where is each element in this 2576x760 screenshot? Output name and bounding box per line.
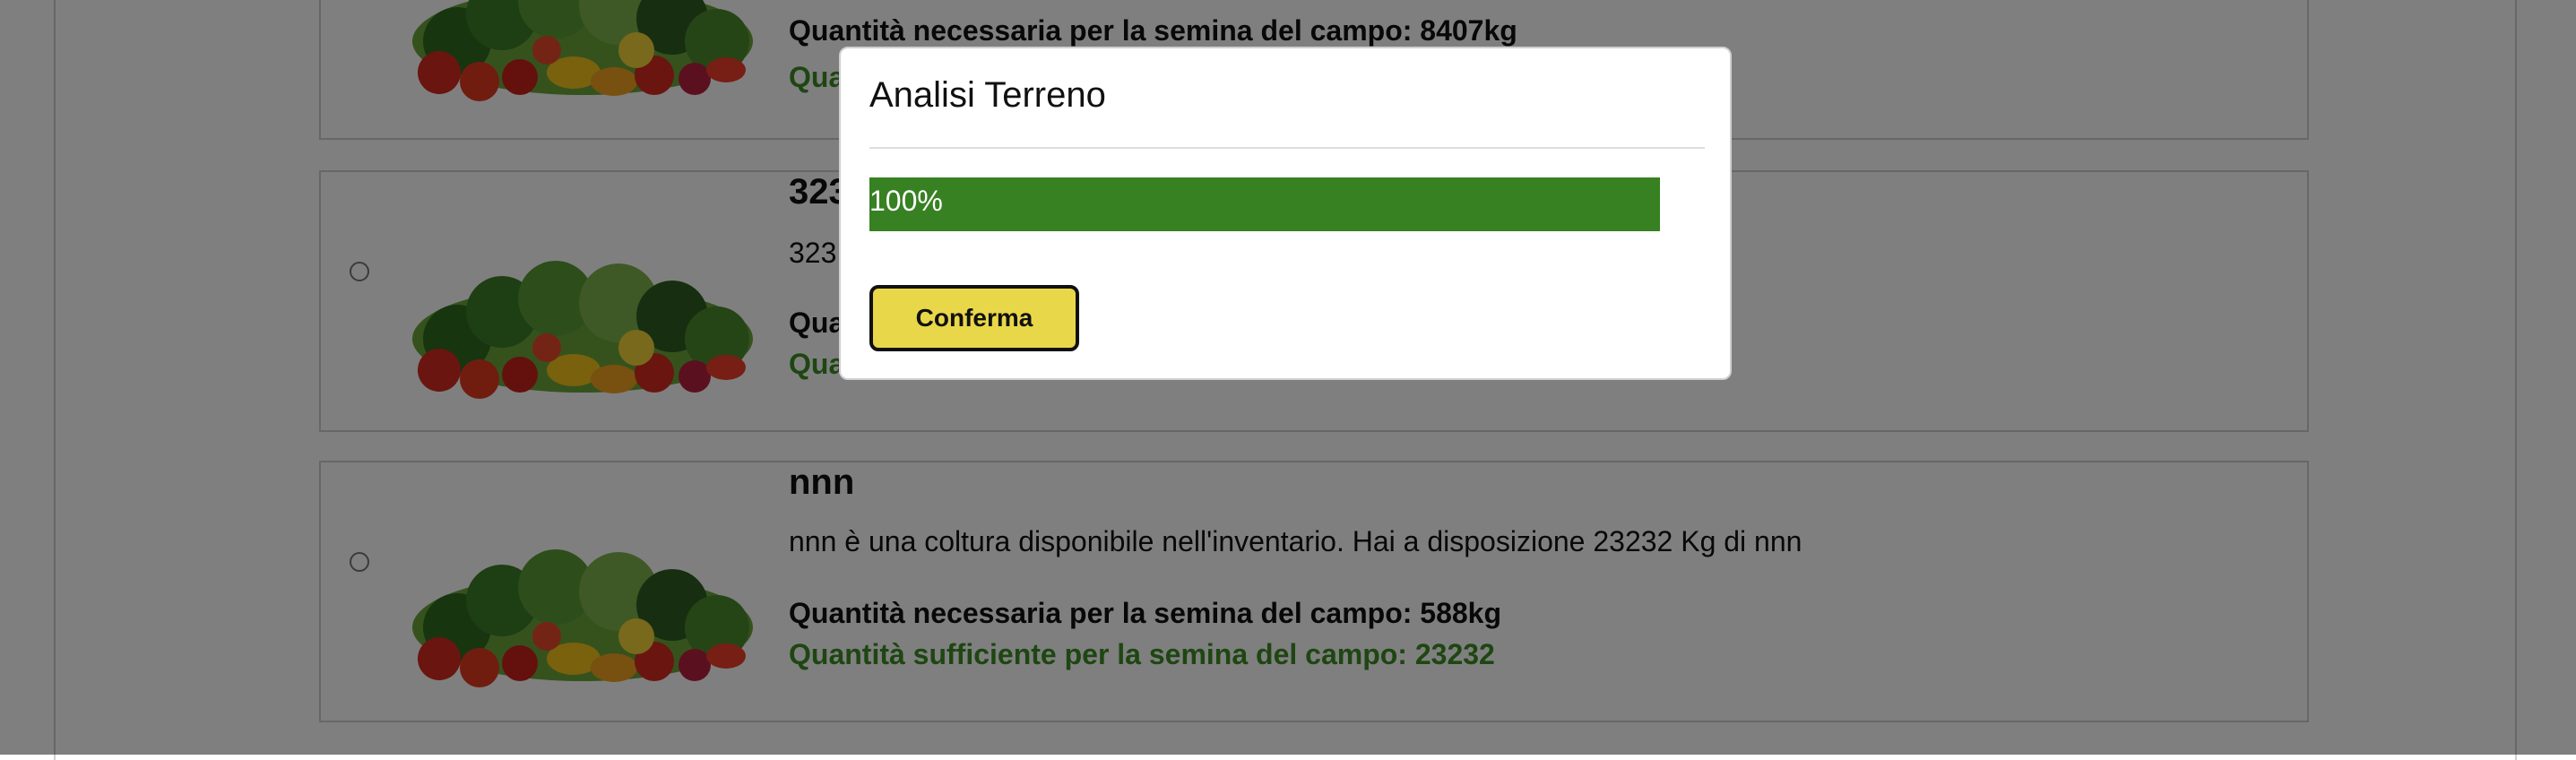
progress-fill bbox=[869, 177, 1660, 231]
analysis-progress-bar: 100% bbox=[869, 177, 1660, 231]
progress-text: 100% bbox=[869, 185, 943, 217]
confirm-button[interactable]: Conferma bbox=[869, 285, 1079, 351]
dialog-title: Analisi Terreno bbox=[869, 75, 1106, 115]
dialog-divider bbox=[869, 147, 1705, 149]
soil-analysis-dialog: Analisi Terreno 100% Conferma bbox=[839, 47, 1732, 380]
